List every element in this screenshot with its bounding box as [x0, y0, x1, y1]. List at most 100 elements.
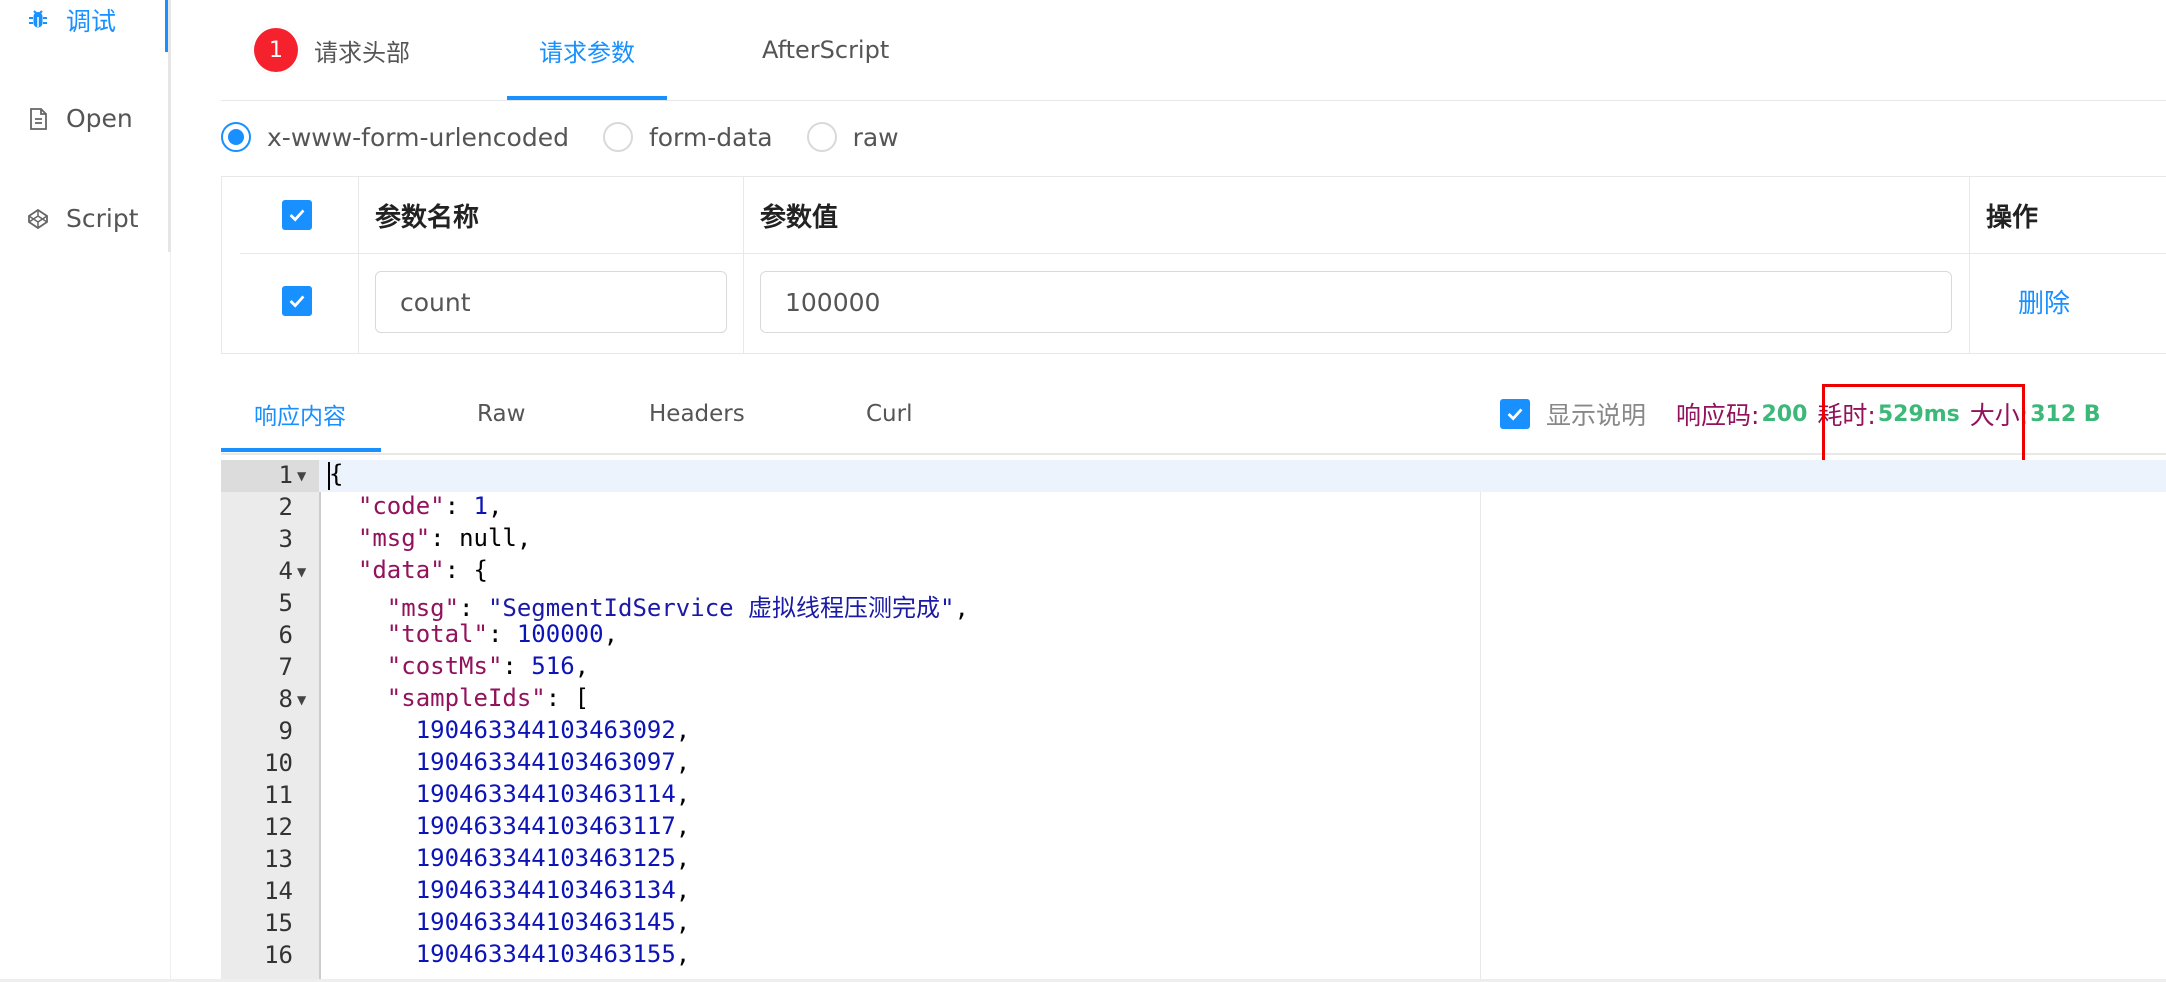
header-param-name: 参数名称	[375, 202, 480, 233]
select-all-checkbox[interactable]	[282, 177, 312, 253]
column-divider	[743, 177, 744, 353]
param-name-input[interactable]: count	[375, 271, 727, 333]
json-key: "sampleIds"	[386, 684, 546, 712]
show-desc-checkbox[interactable]	[1500, 399, 1530, 429]
json-value: null	[459, 524, 517, 552]
code-line: "data": {	[357, 556, 488, 584]
json-value: 190463344103463134	[415, 876, 676, 904]
request-tabs: 1 请求头部 请求参数 AfterScript	[221, 0, 2166, 101]
line-number: 15	[264, 909, 293, 937]
document-icon	[24, 105, 52, 133]
line-number: 13	[264, 845, 293, 873]
line-number: 4	[278, 557, 293, 585]
codepen-icon	[24, 205, 52, 233]
tab-label: 请求头部	[314, 38, 410, 67]
tab-request-headers[interactable]: 1 请求头部	[254, 0, 410, 100]
json-key: "data"	[357, 556, 445, 584]
sidebar-item-label: Script	[66, 204, 139, 233]
line-number: 3	[278, 525, 293, 553]
radio-form-data[interactable]: form-data	[602, 122, 773, 152]
count-badge: 1	[254, 28, 298, 72]
line-number: 1	[278, 461, 293, 489]
line-number: 9	[278, 717, 293, 745]
line-number: 7	[278, 653, 293, 681]
line-number: 10	[264, 749, 293, 777]
json-value: 190463344103463125	[415, 844, 676, 872]
json-value: 100000	[516, 620, 604, 648]
tab-afterscript[interactable]: AfterScript	[762, 0, 889, 100]
line-number: 8	[278, 685, 293, 713]
column-divider	[358, 177, 359, 353]
json-value: 190463344103463117	[415, 812, 676, 840]
sidebar-item-label: Open	[66, 104, 133, 133]
json-value: 1	[473, 492, 488, 520]
code-line: "msg": null,	[357, 524, 532, 552]
line-number: 6	[278, 621, 293, 649]
tab-request-params[interactable]: 请求参数	[539, 0, 635, 100]
code-line: "sampleIds": [	[386, 684, 590, 712]
delete-link[interactable]: 删除	[2018, 283, 2070, 320]
radio-circle[interactable]	[602, 122, 633, 152]
sidebar-item-open[interactable]: Open	[24, 104, 133, 133]
json-value: 190463344103463114	[415, 780, 676, 808]
response-editor[interactable]: 1 ▼ 2 3 4 ▼ 5 6 7 8 ▼ 9 10 11 12 13 14 15 16 { "code": 1, …	[221, 460, 2166, 982]
sidebar-item-debug[interactable]: 调试	[24, 2, 116, 38]
json-value: 190463344103463155	[415, 940, 676, 968]
json-key: "total"	[386, 620, 488, 648]
active-line-highlight	[319, 460, 2166, 492]
code-line: "msg": "SegmentIdService 虚拟线程压测完成",	[386, 594, 969, 622]
json-value: 190463344103463092	[415, 716, 676, 744]
radio-label: raw	[852, 122, 899, 152]
radio-circle[interactable]	[221, 122, 251, 152]
fold-arrow-icon[interactable]: ▼	[297, 565, 306, 579]
radio-label: x-www-form-urlencoded	[267, 122, 569, 152]
code-line: 190463344103463097,	[415, 748, 691, 776]
size-value: 312 B	[2030, 401, 2101, 427]
sidebar-item-script[interactable]: Script	[24, 204, 139, 233]
json-value: 190463344103463145	[415, 908, 676, 936]
json-value: 516	[531, 652, 575, 680]
line-number: 5	[278, 589, 293, 617]
tab-active-underline	[507, 96, 667, 100]
param-value-input[interactable]: 100000	[760, 271, 1952, 333]
radio-raw[interactable]: raw	[806, 122, 899, 152]
code-line: 190463344103463155,	[415, 940, 691, 968]
check-icon	[282, 200, 312, 230]
check-icon	[282, 286, 312, 316]
json-key: "msg"	[357, 524, 431, 552]
json-value: 190463344103463097	[415, 748, 676, 776]
code-line: {	[329, 460, 344, 488]
tab-curl[interactable]: Curl	[866, 375, 912, 453]
radio-circle[interactable]	[806, 122, 837, 152]
tab-label: AfterScript	[762, 36, 890, 64]
json-key: "costMs"	[386, 652, 503, 680]
body-type-radio-group: x-www-form-urlencoded form-data raw	[221, 122, 933, 152]
show-desc-label: 显示说明	[1546, 401, 1647, 430]
bug-icon	[24, 6, 52, 34]
line-number: 12	[264, 813, 293, 841]
tab-headers[interactable]: Headers	[649, 375, 745, 453]
code-line: "code": 1,	[357, 492, 503, 520]
row-checkbox[interactable]	[282, 286, 312, 316]
json-key: "msg"	[386, 594, 460, 622]
sidebar: 调试 Open Script	[0, 0, 171, 982]
line-number: 11	[264, 781, 293, 809]
tab-response-content[interactable]: 响应内容	[254, 375, 346, 453]
radio-urlencoded[interactable]: x-www-form-urlencoded	[221, 122, 569, 152]
sidebar-item-label: 调试	[66, 7, 117, 36]
column-divider	[1969, 177, 1970, 353]
tab-raw[interactable]: Raw	[477, 375, 525, 453]
print-margin	[1480, 492, 1481, 982]
highlight-box	[1822, 384, 2025, 467]
sidebar-scrollbar[interactable]	[168, 0, 171, 252]
params-table: 参数名称 参数值 操作 count 100000 删除	[221, 176, 2166, 354]
json-value: "SegmentIdService 虚拟线程压测完成"	[487, 594, 955, 622]
fold-arrow-icon[interactable]: ▼	[297, 469, 306, 483]
fold-arrow-icon[interactable]: ▼	[297, 693, 306, 707]
code-line: 190463344103463134,	[415, 876, 691, 904]
code-line: 190463344103463092,	[415, 716, 691, 744]
tab-active-underline	[221, 448, 381, 452]
header-action: 操作	[1986, 202, 2039, 233]
code-line: 190463344103463145,	[415, 908, 691, 936]
radio-label: form-data	[648, 122, 773, 152]
